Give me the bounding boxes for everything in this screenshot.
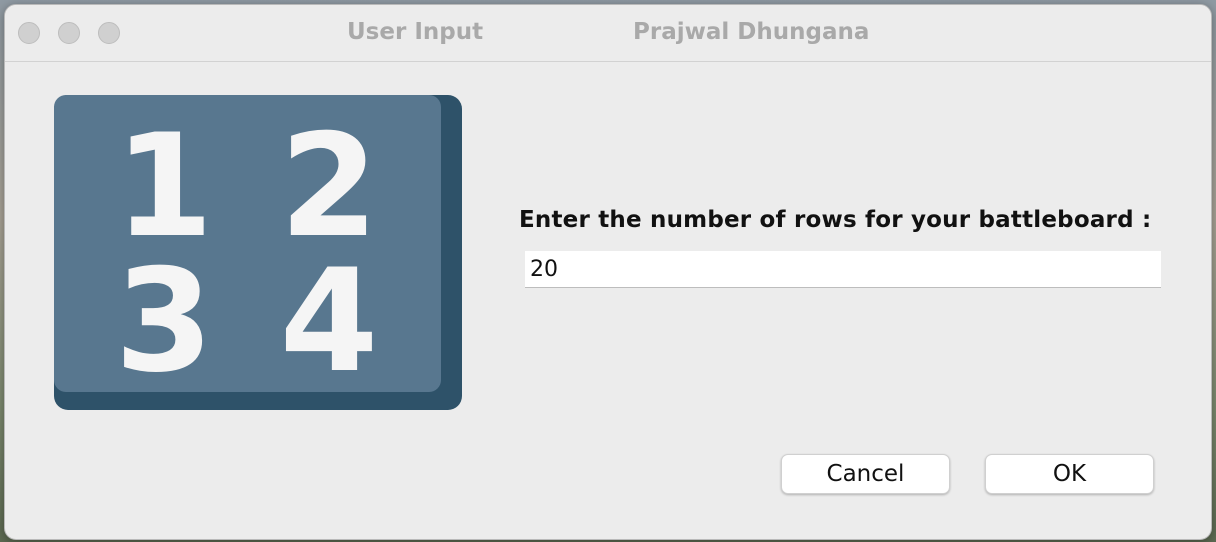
input-dialog-window: User Input Prajwal Dhungana 1 2 3 4 Ente… bbox=[4, 4, 1212, 540]
numbers-1234-icon: 1 2 3 4 bbox=[54, 95, 462, 410]
icon-digit-3: 3 bbox=[115, 239, 214, 404]
icon-digit-4: 4 bbox=[280, 239, 379, 404]
rows-prompt-label: Enter the number of rows for your battle… bbox=[519, 207, 1152, 233]
close-window-button[interactable] bbox=[18, 22, 40, 44]
icon-tile-face bbox=[54, 95, 441, 392]
rows-input[interactable] bbox=[525, 251, 1161, 288]
title-bar: User Input Prajwal Dhungana bbox=[5, 5, 1211, 62]
window-title: User Input bbox=[347, 19, 484, 45]
window-subtitle: Prajwal Dhungana bbox=[633, 19, 870, 45]
zoom-window-button[interactable] bbox=[98, 22, 120, 44]
minimize-window-button[interactable] bbox=[58, 22, 80, 44]
ok-button[interactable]: OK bbox=[985, 454, 1154, 494]
cancel-button[interactable]: Cancel bbox=[781, 454, 950, 494]
